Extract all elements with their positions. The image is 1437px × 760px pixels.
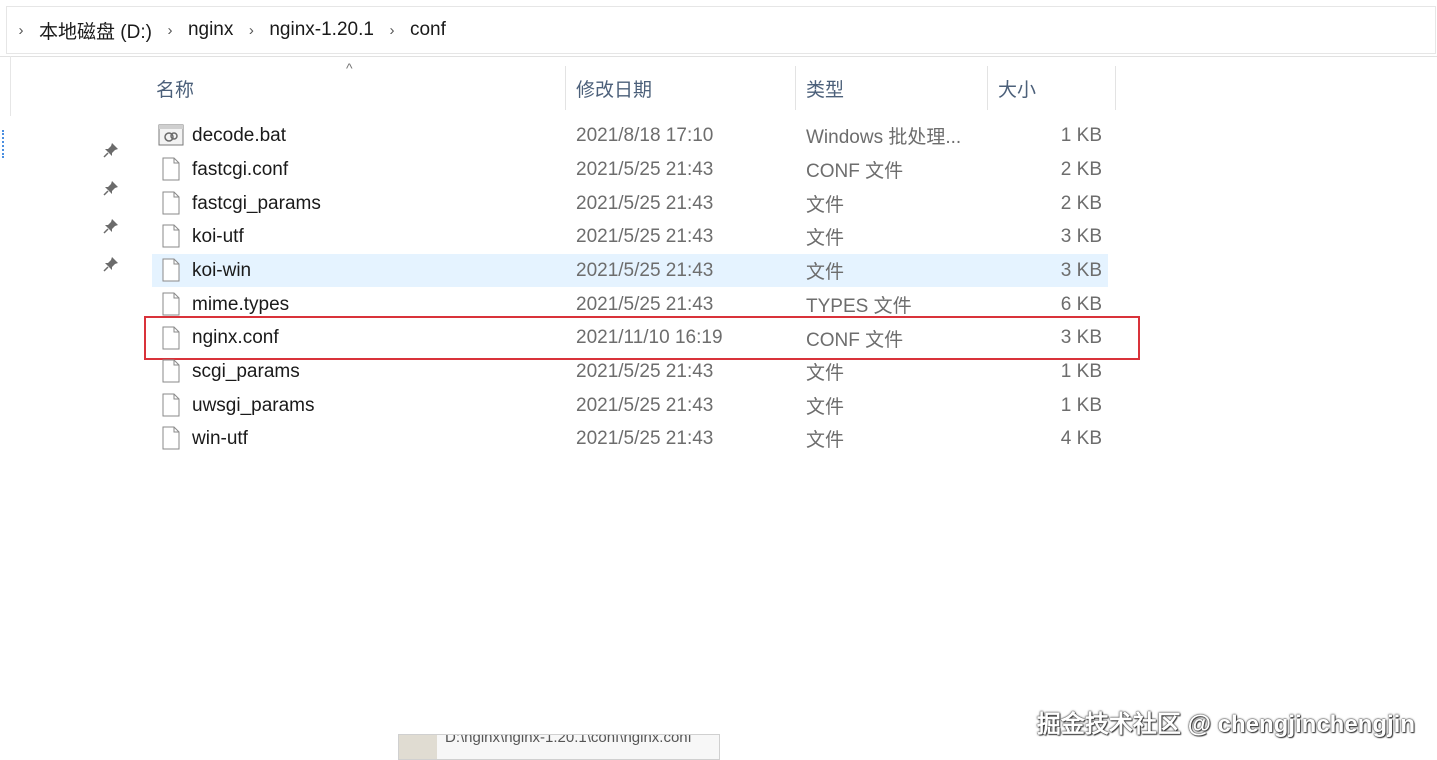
column-header-date-label: 修改日期: [576, 79, 653, 101]
file-date: 2021/5/25 21:43: [576, 293, 714, 315]
breadcrumb-item-nginx-version[interactable]: nginx-1.20.1: [265, 19, 378, 41]
file-icon: [162, 326, 180, 350]
breadcrumb-item-conf[interactable]: conf: [406, 19, 450, 41]
column-header-name[interactable]: 名称: [146, 66, 566, 110]
file-date: 2021/5/25 21:43: [576, 225, 714, 247]
file-icon: [162, 224, 180, 248]
file-date: 2021/5/25 21:43: [576, 259, 714, 281]
file-type: Windows 批处理...: [806, 127, 962, 148]
pin-icon[interactable]: [100, 253, 122, 275]
file-size: 6 KB: [1060, 293, 1102, 315]
chevron-right-icon[interactable]: ›: [156, 22, 184, 39]
column-header-size[interactable]: 大小: [988, 66, 1116, 110]
file-icon: [162, 258, 180, 282]
file-icon: [162, 426, 180, 450]
file-row-uwsgi-params[interactable]: uwsgi_params 2021/5/25 21:43 文件 1 KB: [152, 389, 1108, 422]
file-row-decode-bat[interactable]: decode.bat 2021/8/18 17:10 Windows 批处理..…: [152, 119, 1108, 152]
file-type: 文件: [806, 363, 845, 384]
file-size: 1 KB: [1060, 394, 1102, 416]
file-date: 2021/5/25 21:43: [576, 158, 714, 180]
breadcrumb-item-drive[interactable]: 本地磁盘 (D:): [35, 17, 156, 44]
file-type: CONF 文件: [806, 161, 904, 182]
file-type: 文件: [806, 430, 845, 451]
path-tooltip: D:\nginx\nginx-1.20.1\conf\nginx.conf: [398, 734, 720, 760]
file-row-scgi-params[interactable]: scgi_params 2021/5/25 21:43 文件 1 KB: [152, 355, 1108, 388]
chevron-right-icon[interactable]: ›: [7, 22, 35, 39]
file-size: 3 KB: [1060, 225, 1102, 247]
file-icon: [162, 359, 180, 383]
file-size: 2 KB: [1060, 158, 1102, 180]
file-explorer-window: › 本地磁盘 (D:) › nginx › nginx-1.20.1 › con…: [0, 0, 1437, 760]
file-date: 2021/5/25 21:43: [576, 360, 714, 382]
breadcrumb[interactable]: › 本地磁盘 (D:) › nginx › nginx-1.20.1 › con…: [6, 6, 1436, 54]
pin-icon[interactable]: [100, 139, 122, 161]
file-size: 3 KB: [1060, 259, 1102, 281]
file-name: nginx.conf: [192, 327, 279, 348]
file-type: 文件: [806, 262, 845, 283]
file-size: 1 KB: [1060, 360, 1102, 382]
file-date: 2021/8/18 17:10: [576, 124, 714, 146]
file-name: fastcgi.conf: [192, 158, 289, 180]
column-header-name-label: 名称: [156, 79, 195, 101]
file-name: decode.bat: [192, 124, 287, 146]
file-name: mime.types: [192, 293, 290, 315]
file-type: TYPES 文件: [806, 296, 912, 317]
file-size: 2 KB: [1060, 192, 1102, 214]
file-row-koi-win[interactable]: koi-win 2021/5/25 21:43 文件 3 KB: [152, 254, 1108, 287]
file-date: 2021/5/25 21:43: [576, 192, 714, 214]
chevron-right-icon[interactable]: ›: [378, 22, 406, 39]
file-type: 文件: [806, 228, 845, 249]
address-bar: › 本地磁盘 (D:) › nginx › nginx-1.20.1 › con…: [0, 0, 1437, 57]
chevron-right-icon[interactable]: ›: [237, 22, 265, 39]
file-icon: [162, 191, 180, 215]
file-row-mime-types[interactable]: mime.types 2021/5/25 21:43 TYPES 文件 6 KB: [152, 288, 1108, 321]
pin-icon[interactable]: [100, 177, 122, 199]
file-size: 4 KB: [1060, 427, 1102, 449]
file-size: 1 KB: [1060, 124, 1102, 146]
file-name: fastcgi_params: [192, 192, 321, 214]
file-icon: [162, 393, 180, 417]
column-header-type[interactable]: 类型: [796, 66, 988, 110]
file-row-fastcgi-params[interactable]: fastcgi_params 2021/5/25 21:43 文件 2 KB: [152, 187, 1108, 220]
column-header-size-label: 大小: [998, 79, 1037, 101]
file-row-fastcgi-conf[interactable]: fastcgi.conf 2021/5/25 21:43 CONF 文件 2 K…: [152, 153, 1108, 186]
file-type: CONF 文件: [806, 329, 904, 351]
file-row-win-utf[interactable]: win-utf 2021/5/25 21:43 文件 4 KB: [152, 422, 1108, 455]
file-type: 文件: [806, 195, 845, 216]
file-date: 2021/11/10 16:19: [576, 327, 723, 348]
file-icon: [162, 292, 180, 316]
file-size: 3 KB: [1060, 327, 1102, 348]
column-header-row: ^ 名称 修改日期 类型 大小: [146, 60, 1116, 110]
file-name: scgi_params: [192, 360, 300, 382]
pin-icon[interactable]: [100, 215, 122, 237]
file-date: 2021/5/25 21:43: [576, 427, 714, 449]
file-name: win-utf: [192, 427, 248, 449]
path-tooltip-text: D:\nginx\nginx-1.20.1\conf\nginx.conf: [445, 734, 692, 746]
column-header-type-label: 类型: [806, 79, 845, 101]
watermark: 掘金技术社区 @ chengjinchengjin: [1036, 711, 1415, 738]
file-date: 2021/5/25 21:43: [576, 394, 714, 416]
file-row-nginx-conf[interactable]: nginx.conf 2021/11/10 16:19 CONF 文件 3 KB: [144, 316, 1140, 360]
navigation-pane-edge: [0, 56, 11, 116]
batch-file-icon: [158, 124, 184, 146]
file-type: 文件: [806, 397, 845, 418]
column-header-date[interactable]: 修改日期: [566, 66, 796, 110]
file-icon: [162, 157, 180, 181]
file-name: koi-win: [192, 259, 252, 281]
file-drag-icon: [399, 735, 437, 759]
file-name: uwsgi_params: [192, 394, 315, 416]
navigation-pane-scroll-indicator: [2, 130, 12, 158]
file-name: koi-utf: [192, 225, 244, 247]
file-row-koi-utf[interactable]: koi-utf 2021/5/25 21:43 文件 3 KB: [152, 220, 1108, 253]
breadcrumb-item-nginx[interactable]: nginx: [184, 19, 237, 41]
